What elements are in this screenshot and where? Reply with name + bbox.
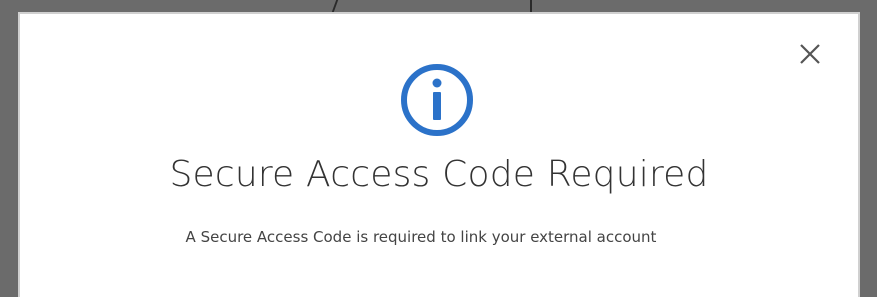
dialog-title: Secure Access Code Required	[169, 154, 709, 195]
background-divider	[530, 0, 532, 12]
info-circle-icon	[399, 62, 475, 138]
background-divider	[331, 0, 339, 12]
close-icon	[800, 44, 820, 64]
close-button[interactable]	[798, 42, 822, 66]
dialog-message: A Secure Access Code is required to link…	[185, 228, 657, 246]
secure-access-code-dialog: Secure Access Code Required A Secure Acc…	[18, 12, 860, 297]
